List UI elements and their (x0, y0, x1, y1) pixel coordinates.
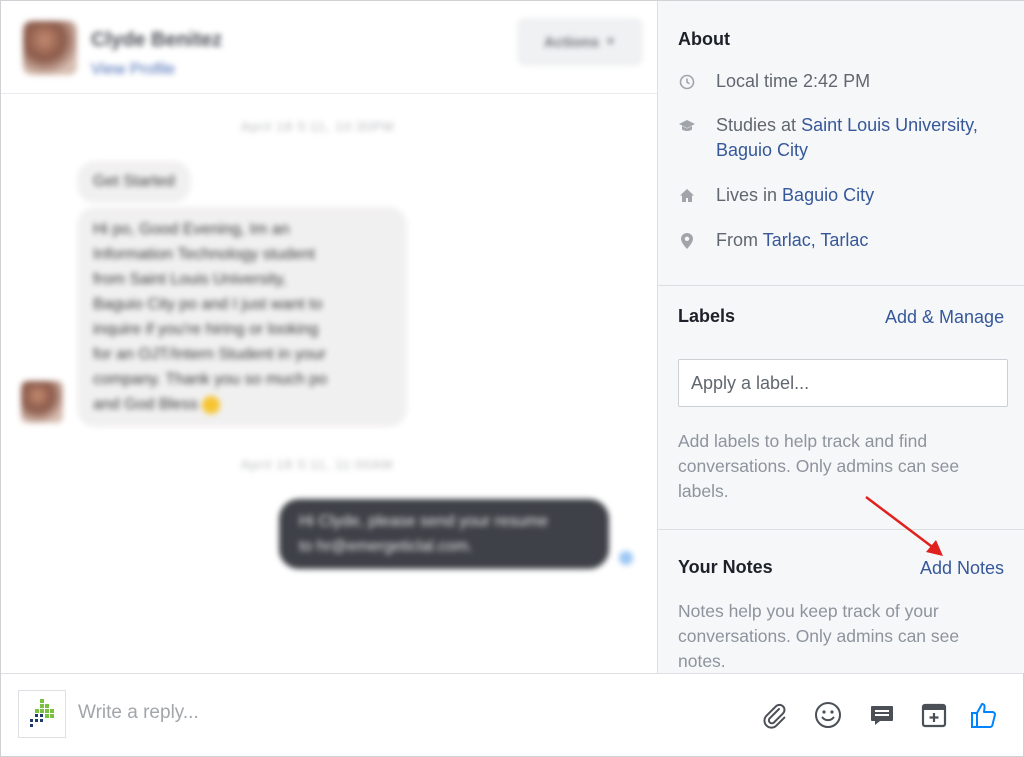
notes-help-text: Notes help you keep track of your conver… (678, 601, 960, 671)
apply-label-input[interactable]: Apply a label... (678, 359, 1008, 407)
hometown-row: From Tarlac, Tarlac (678, 228, 868, 253)
reply-input[interactable]: Write a reply... (78, 702, 199, 724)
graduation-cap-icon (678, 113, 696, 138)
smiley-icon[interactable] (809, 696, 847, 734)
lives-in-row: Lives in Baguio City (678, 183, 874, 208)
message-line: Information Technology student (93, 246, 316, 263)
chevron-down-icon: ▼ (605, 36, 616, 48)
calendar-plus-icon[interactable] (915, 696, 953, 734)
about-heading: About (678, 29, 730, 49)
message-timestamp: April 18 5:11, 10:30PM (241, 119, 395, 134)
labels-help-text: Add labels to help track and find conver… (678, 431, 960, 501)
page-logo (18, 690, 66, 738)
message-line: Hi Clyde, please send your resume (299, 513, 549, 530)
home-icon (678, 183, 696, 208)
incoming-message: Get Started (77, 161, 191, 203)
message-line: from Saint Louis University, (93, 271, 287, 288)
contact-name[interactable]: Clyde Benitez (91, 29, 222, 52)
hometown-text: From Tarlac, Tarlac (716, 230, 869, 250)
message-line: to hr@emergeticlal.com. (299, 538, 473, 555)
clock-icon (678, 69, 696, 94)
add-manage-labels-link[interactable]: Add & Manage (885, 307, 1004, 328)
local-time-row: Local time 2:42 PM (678, 69, 870, 94)
view-profile-link[interactable]: View Profile (91, 61, 175, 79)
message-line: Baguio City po and I just want to (93, 296, 323, 313)
current-city-link[interactable]: Baguio City (782, 185, 874, 205)
contact-info-sidebar: About Local time 2:42 PM Studies at Sain… (657, 1, 1024, 673)
message-line: company. Thank you so much po (93, 371, 328, 388)
actions-button[interactable]: Actions ▼ (518, 19, 642, 65)
reply-composer: Write a reply... (1, 673, 1023, 756)
outgoing-message: Hi Clyde, please send your resume to hr@… (279, 499, 609, 569)
message-line: inquire if you're hiring or looking (93, 321, 319, 338)
message-line: Hi po, Good Evening, Im an (93, 221, 290, 238)
message-line: for an OJT/Intern Student in your (93, 346, 327, 363)
chat-bubble-icon[interactable] (863, 696, 901, 734)
map-pin-icon (678, 228, 696, 253)
school-link[interactable]: Saint Louis University, (801, 115, 978, 135)
thumbs-up-icon[interactable] (965, 696, 1003, 734)
section-divider (658, 285, 1024, 286)
education-text: Studies at Saint Louis University, Bagui… (716, 115, 978, 160)
contact-avatar-small (21, 381, 63, 423)
conversation-header: Clyde Benitez View Profile Actions ▼ (1, 1, 657, 94)
message-line: and God Bless (93, 392, 391, 417)
notes-heading: Your Notes (678, 557, 773, 577)
labels-heading: Labels (678, 306, 736, 326)
message-timestamp: April 18 5:11, 11:00AM (241, 457, 394, 472)
seen-indicator-icon (619, 551, 633, 565)
local-time-text: Local time 2:42 PM (716, 71, 871, 91)
smiley-emoji-icon (202, 395, 221, 414)
hometown-link[interactable]: Tarlac, Tarlac (763, 230, 869, 250)
school-city-link[interactable]: Baguio City (716, 140, 808, 160)
section-divider (658, 529, 1024, 530)
actions-label: Actions (544, 33, 600, 51)
lives-in-text: Lives in Baguio City (716, 185, 875, 205)
education-row: Studies at Saint Louis University, Bagui… (678, 113, 978, 163)
contact-avatar[interactable] (23, 21, 77, 75)
conversation-panel: Clyde Benitez View Profile Actions ▼ Apr… (1, 1, 657, 673)
incoming-message: Hi po, Good Evening, Im an Information T… (77, 207, 407, 427)
paperclip-icon[interactable] (755, 696, 793, 734)
message-text: Get Started (93, 173, 175, 190)
add-notes-link[interactable]: Add Notes (920, 558, 1004, 579)
